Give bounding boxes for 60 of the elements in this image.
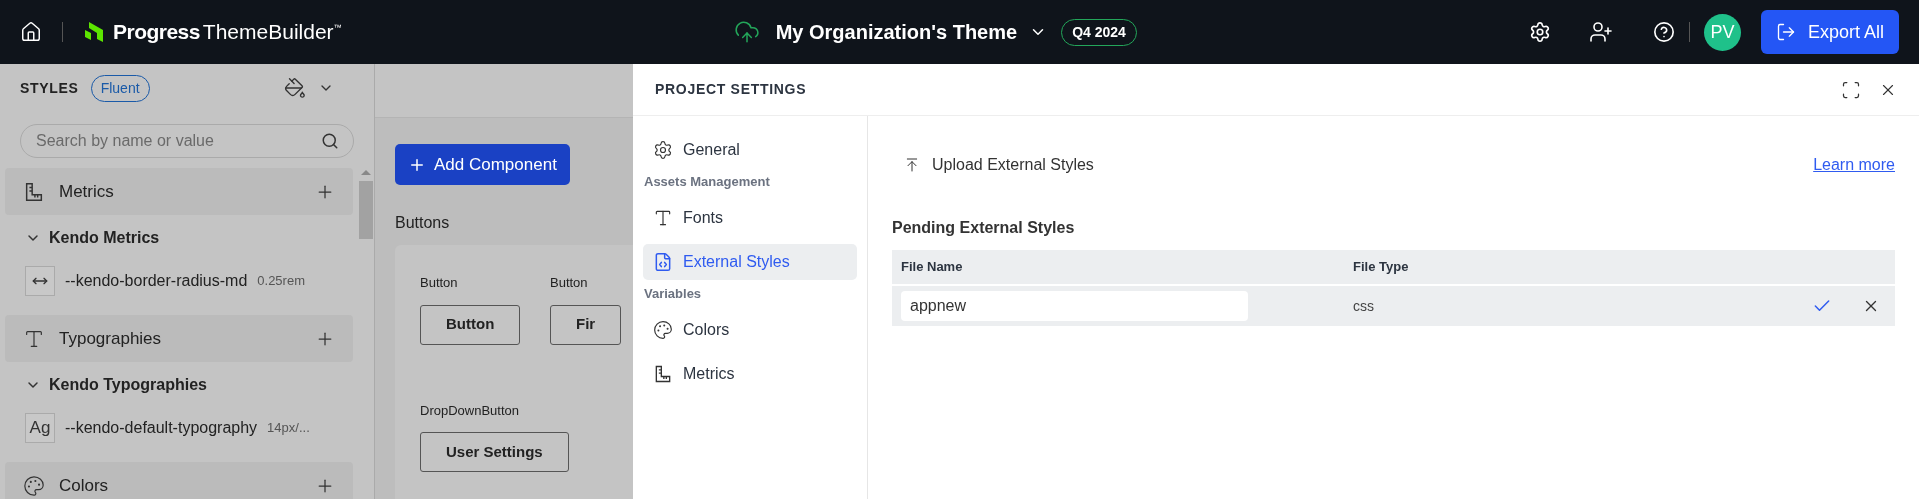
section-title: Typographies — [59, 327, 163, 350]
paint-bucket-icon[interactable] — [284, 77, 306, 99]
table-title: Pending External Styles — [892, 218, 1076, 238]
theme-name[interactable]: My Organization's Theme — [775, 17, 1018, 47]
variable-name[interactable]: --kendo-border-radius-md — [65, 269, 248, 293]
styles-label: STYLES — [20, 78, 79, 98]
demo-button[interactable]: Fir — [550, 304, 622, 345]
nav-item[interactable]: Colors — [643, 312, 857, 348]
ruler-icon — [653, 364, 673, 384]
panel-title: PROJECT SETTINGS — [655, 80, 808, 99]
demo-button[interactable]: User Settings — [420, 432, 569, 472]
product-name: ThemeBuilder — [202, 19, 334, 46]
add-user-icon[interactable] — [1588, 20, 1613, 44]
variable-value: 14px/... — [267, 419, 310, 438]
section-title: Metrics — [59, 180, 115, 203]
palette-icon — [653, 320, 673, 340]
cloud-upload-icon — [733, 19, 760, 45]
nav-item[interactable]: Metrics — [643, 356, 857, 392]
demo-label: Button — [420, 274, 459, 292]
gear-icon — [653, 140, 673, 160]
type-icon — [653, 208, 673, 228]
column-header: File Type — [1353, 258, 1410, 277]
table-cell-text: css — [1353, 296, 1375, 316]
typography-swatch: Ag — [25, 413, 55, 443]
upload-icon — [904, 157, 920, 173]
settings-icon[interactable] — [1528, 21, 1551, 43]
variable-value: 0.25rem — [257, 272, 305, 291]
variable-name[interactable]: --kendo-default-typography — [65, 416, 258, 440]
nav-item[interactable]: Fonts — [643, 200, 857, 236]
nav-heading: Assets Management — [643, 173, 771, 191]
help-icon[interactable] — [1652, 21, 1675, 43]
section-header[interactable]: Typographies — [5, 315, 353, 362]
search-field[interactable]: Search by name or value — [20, 124, 354, 158]
upload-button[interactable]: Upload External Styles — [892, 148, 1106, 182]
code-file-icon — [653, 252, 673, 272]
brand-name: Progress — [113, 19, 200, 46]
section-title: Colors — [59, 474, 110, 497]
group-title[interactable]: Kendo Metrics — [49, 226, 160, 250]
column-header: File Name — [901, 258, 964, 277]
demo-label: Button — [550, 274, 589, 292]
palette-icon — [23, 474, 45, 497]
ruler-icon — [23, 180, 45, 203]
section-header[interactable]: Colors — [5, 462, 353, 499]
nav-item[interactable]: External Styles — [643, 244, 857, 280]
demo-label: DropDownButton — [420, 401, 520, 420]
export-icon — [1775, 22, 1796, 42]
demo-button[interactable]: Button — [420, 304, 521, 345]
search-icon[interactable] — [321, 132, 339, 150]
nav-heading: Variables — [643, 285, 703, 303]
maximize-icon[interactable] — [1841, 79, 1861, 100]
group-title[interactable]: Kendo Typographies — [49, 373, 207, 397]
section-header[interactable]: Metrics — [5, 168, 353, 215]
export-button[interactable]: Export All — [1760, 10, 1899, 54]
file-name-field[interactable]: appnew — [901, 291, 1248, 321]
home-icon[interactable] — [20, 21, 42, 43]
add-component-button[interactable]: Add Component — [395, 144, 570, 185]
learn-more-link[interactable]: Learn more — [1813, 153, 1895, 177]
trademark: ™ — [333, 22, 342, 34]
section-heading: Buttons — [395, 213, 451, 233]
nav-item[interactable]: General — [643, 132, 857, 168]
